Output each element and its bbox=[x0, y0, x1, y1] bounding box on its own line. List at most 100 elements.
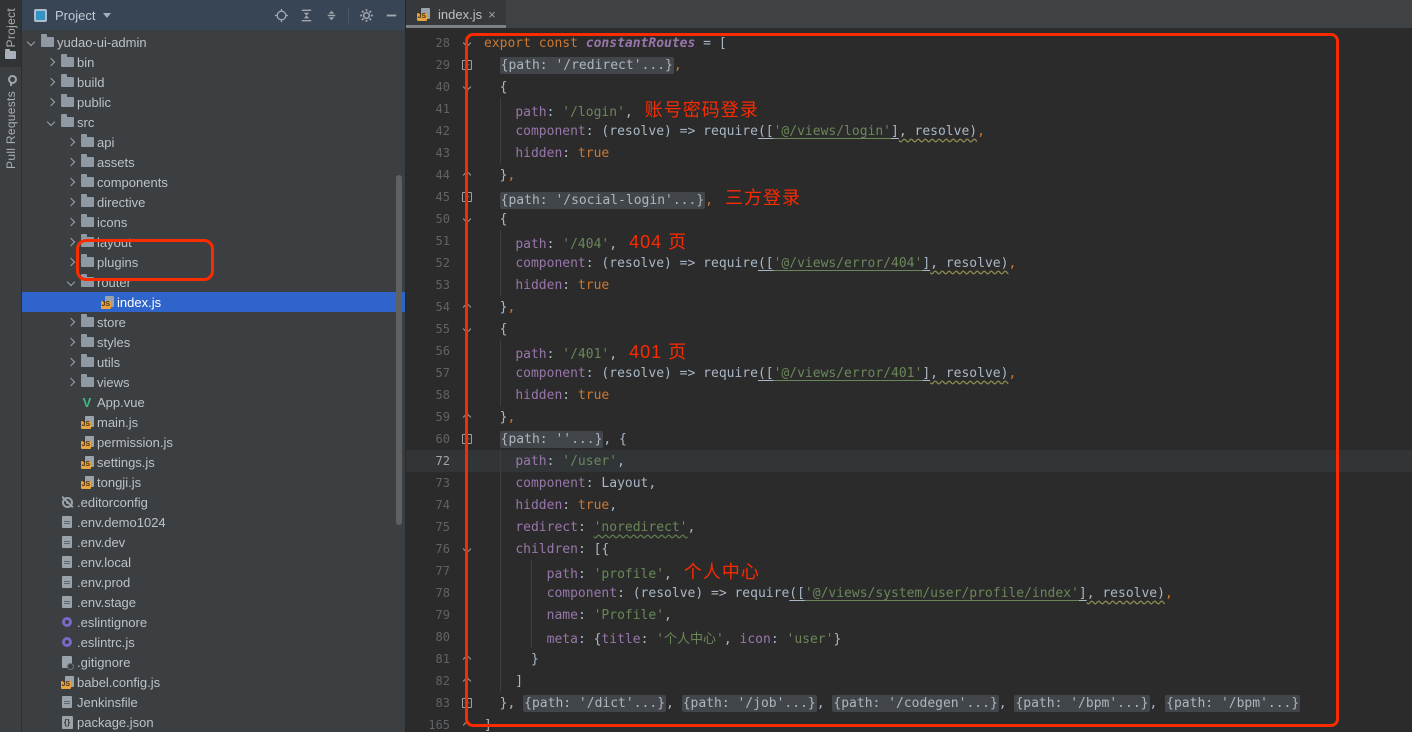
chevron-right-icon[interactable] bbox=[44, 99, 58, 105]
code-line-44[interactable]: 44 }, bbox=[406, 164, 1412, 186]
code-line-50[interactable]: 50 { bbox=[406, 208, 1412, 230]
fold-open-icon[interactable] bbox=[463, 39, 471, 47]
code-line-79[interactable]: 79 name: 'Profile', bbox=[406, 604, 1412, 626]
tree-item-api[interactable]: api bbox=[22, 132, 405, 152]
tree-item-layout[interactable]: layout bbox=[22, 232, 405, 252]
chevron-down-icon[interactable] bbox=[44, 119, 58, 125]
tree-item-styles[interactable]: styles bbox=[22, 332, 405, 352]
fold-open-icon[interactable] bbox=[463, 325, 471, 333]
tree-item--env-local[interactable]: .env.local bbox=[22, 552, 405, 572]
chevron-right-icon[interactable] bbox=[64, 259, 78, 265]
code-line-42[interactable]: 42 component: (resolve) => require(['@/v… bbox=[406, 120, 1412, 142]
code-line-56[interactable]: 56 path: '/401',401 页 bbox=[406, 340, 1412, 362]
fold-marker-close[interactable] bbox=[450, 656, 484, 662]
fold-marker-close[interactable] bbox=[450, 414, 484, 420]
fold-expand-icon[interactable]: + bbox=[462, 698, 472, 708]
chevron-right-icon[interactable] bbox=[64, 159, 78, 165]
code-line-41[interactable]: 41 path: '/login',账号密码登录 bbox=[406, 98, 1412, 120]
tree-item-yudao-ui-admin[interactable]: yudao-ui-admin bbox=[22, 32, 405, 52]
fold-marker-open[interactable] bbox=[450, 546, 484, 552]
chevron-down-icon[interactable] bbox=[24, 39, 38, 45]
code-line-52[interactable]: 52 component: (resolve) => require(['@/v… bbox=[406, 252, 1412, 274]
fold-marker-close[interactable] bbox=[450, 304, 484, 310]
chevron-right-icon[interactable] bbox=[64, 179, 78, 185]
code-line-83[interactable]: 83+ }, {path: '/dict'...}, {path: '/job'… bbox=[406, 692, 1412, 714]
tree-item-views[interactable]: views bbox=[22, 372, 405, 392]
settings-gear-icon[interactable] bbox=[358, 7, 374, 23]
fold-marker-close[interactable] bbox=[450, 678, 484, 684]
fold-close-icon[interactable] bbox=[463, 303, 471, 311]
stripe-item-project[interactable]: Project bbox=[0, 0, 21, 67]
tree-item-plugins[interactable]: plugins bbox=[22, 252, 405, 272]
code-line-53[interactable]: 53 hidden: true bbox=[406, 274, 1412, 296]
tree-item-tongji-js[interactable]: JStongji.js bbox=[22, 472, 405, 492]
tree-item--env-prod[interactable]: .env.prod bbox=[22, 572, 405, 592]
fold-marker-close[interactable] bbox=[450, 722, 484, 728]
tree-item-utils[interactable]: utils bbox=[22, 352, 405, 372]
tree-item-directive[interactable]: directive bbox=[22, 192, 405, 212]
tree-scrollbar[interactable] bbox=[396, 175, 402, 525]
hide-panel-icon[interactable] bbox=[383, 7, 399, 23]
tree-item-icons[interactable]: icons bbox=[22, 212, 405, 232]
fold-marker-folded[interactable]: + bbox=[450, 434, 484, 444]
chevron-right-icon[interactable] bbox=[64, 379, 78, 385]
fold-close-icon[interactable] bbox=[463, 677, 471, 685]
tree-item-index-js[interactable]: JSindex.js bbox=[22, 292, 405, 312]
chevron-right-icon[interactable] bbox=[64, 199, 78, 205]
tree-item--env-stage[interactable]: .env.stage bbox=[22, 592, 405, 612]
fold-marker-close[interactable] bbox=[450, 172, 484, 178]
tree-item-jenkinsfile[interactable]: Jenkinsfile bbox=[22, 692, 405, 712]
code-line-43[interactable]: 43 hidden: true bbox=[406, 142, 1412, 164]
code-line-75[interactable]: 75 redirect: 'noredirect', bbox=[406, 516, 1412, 538]
code-line-54[interactable]: 54 }, bbox=[406, 296, 1412, 318]
fold-marker-folded[interactable]: + bbox=[450, 60, 484, 70]
fold-expand-icon[interactable]: + bbox=[462, 192, 472, 202]
fold-close-icon[interactable] bbox=[463, 655, 471, 663]
tree-item-public[interactable]: public bbox=[22, 92, 405, 112]
tree-item-components[interactable]: components bbox=[22, 172, 405, 192]
tree-item-src[interactable]: src bbox=[22, 112, 405, 132]
project-panel-title[interactable]: Project bbox=[55, 8, 95, 23]
tree-item-main-js[interactable]: JSmain.js bbox=[22, 412, 405, 432]
fold-open-icon[interactable] bbox=[463, 83, 471, 91]
code-line-55[interactable]: 55 { bbox=[406, 318, 1412, 340]
fold-expand-icon[interactable]: + bbox=[462, 434, 472, 444]
code-line-165[interactable]: 165] bbox=[406, 714, 1412, 732]
tree-item--editorconfig[interactable]: .editorconfig bbox=[22, 492, 405, 512]
tree-item-babel-config-js[interactable]: JSbabel.config.js bbox=[22, 672, 405, 692]
tree-item-assets[interactable]: assets bbox=[22, 152, 405, 172]
code-line-74[interactable]: 74 hidden: true, bbox=[406, 494, 1412, 516]
fold-marker-folded[interactable]: + bbox=[450, 192, 484, 202]
expand-collapse-icon[interactable] bbox=[323, 7, 339, 23]
chevron-right-icon[interactable] bbox=[44, 79, 58, 85]
chevron-right-icon[interactable] bbox=[64, 239, 78, 245]
tree-item-bin[interactable]: bin bbox=[22, 52, 405, 72]
stripe-item-pull-requests[interactable]: Pull Requests bbox=[0, 67, 21, 177]
chevron-right-icon[interactable] bbox=[64, 319, 78, 325]
tree-item-build[interactable]: build bbox=[22, 72, 405, 92]
fold-marker-folded[interactable]: + bbox=[450, 698, 484, 708]
collapse-all-icon[interactable] bbox=[298, 7, 314, 23]
chevron-right-icon[interactable] bbox=[64, 339, 78, 345]
fold-close-icon[interactable] bbox=[463, 413, 471, 421]
tree-item--gitignore[interactable]: .gitignore bbox=[22, 652, 405, 672]
tree-item-settings-js[interactable]: JSsettings.js bbox=[22, 452, 405, 472]
tree-item-permission-js[interactable]: JSpermission.js bbox=[22, 432, 405, 452]
tree-item-store[interactable]: store bbox=[22, 312, 405, 332]
code-line-72[interactable]: 72 path: '/user', bbox=[406, 450, 1412, 472]
fold-marker-open[interactable] bbox=[450, 84, 484, 90]
fold-close-icon[interactable] bbox=[463, 171, 471, 179]
code-line-73[interactable]: 73 component: Layout, bbox=[406, 472, 1412, 494]
tab-close-icon[interactable]: × bbox=[488, 8, 496, 21]
code-line-60[interactable]: 60+ {path: ''...}, { bbox=[406, 428, 1412, 450]
tree-item-router[interactable]: router bbox=[22, 272, 405, 292]
code-line-40[interactable]: 40 { bbox=[406, 76, 1412, 98]
code-line-78[interactable]: 78 component: (resolve) => require(['@/v… bbox=[406, 582, 1412, 604]
tree-item--eslintrc-js[interactable]: .eslintrc.js bbox=[22, 632, 405, 652]
code-line-28[interactable]: 28export const constantRoutes = [ bbox=[406, 32, 1412, 54]
code-line-45[interactable]: 45+ {path: '/social-login'...},三方登录 bbox=[406, 186, 1412, 208]
code-line-58[interactable]: 58 hidden: true bbox=[406, 384, 1412, 406]
fold-marker-open[interactable] bbox=[450, 40, 484, 46]
tree-item-package-json[interactable]: {}package.json bbox=[22, 712, 405, 732]
tree-item--eslintignore[interactable]: .eslintignore bbox=[22, 612, 405, 632]
